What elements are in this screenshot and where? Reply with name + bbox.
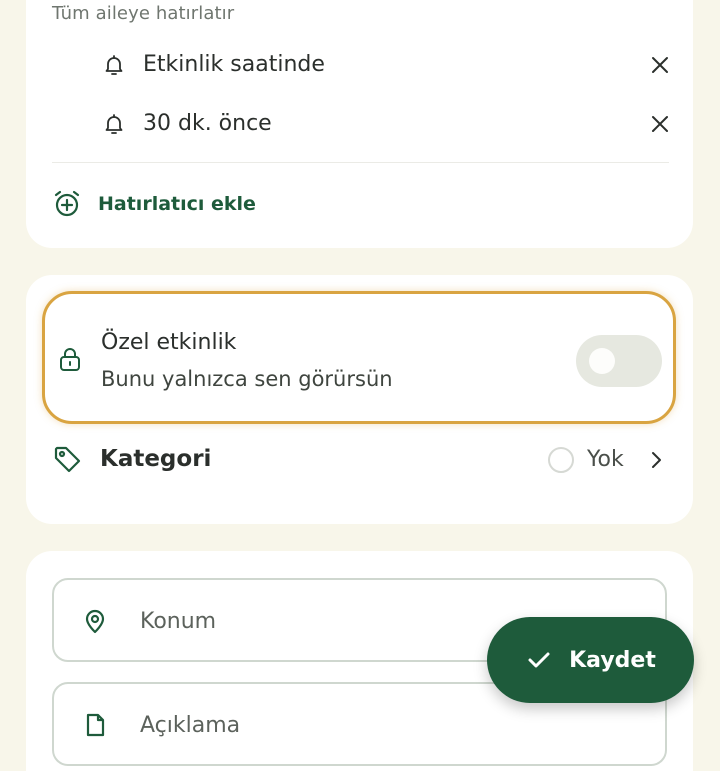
close-icon[interactable] (648, 112, 672, 136)
category-radio (548, 447, 574, 473)
reminder-label: 30 dk. önce (143, 111, 272, 136)
private-event-description: Bunu yalnızca sen görürsün (101, 367, 393, 391)
category-value: Yok (587, 447, 624, 472)
alarm-add-icon (54, 190, 80, 217)
save-button[interactable]: Kaydet (487, 617, 694, 703)
divider (52, 162, 669, 163)
description-input[interactable] (138, 704, 542, 746)
location-pin-icon (85, 609, 105, 634)
private-event-row: Özel etkinlik Bunu yalnızca sen görürsün (42, 291, 676, 424)
category-label: Kategori (100, 446, 212, 472)
location-input[interactable] (138, 600, 542, 642)
private-event-title: Özel etkinlik (101, 330, 237, 355)
bell-icon (105, 55, 123, 75)
chevron-right-icon (652, 452, 661, 468)
add-reminder-button[interactable]: Hatırlatıcı ekle (52, 188, 312, 220)
reminder-item: 30 dk. önce (26, 104, 693, 144)
checkmark-icon (528, 652, 550, 668)
reminders-subtitle: Tüm aileye hatırlatır (52, 3, 235, 24)
add-reminder-label: Hatırlatıcı ekle (98, 193, 256, 215)
reminder-item: Etkinlik saatinde (26, 45, 693, 85)
tag-icon (54, 446, 81, 473)
lock-icon (60, 348, 80, 371)
save-button-label: Kaydet (569, 647, 656, 673)
toggle-knob (589, 348, 615, 374)
document-icon (86, 713, 105, 737)
reminders-card: Tüm aileye hatırlatır Etkinlik saatinde … (26, 0, 693, 248)
reminder-label: Etkinlik saatinde (143, 52, 325, 77)
bell-icon (105, 114, 123, 134)
category-row[interactable]: Kategori Yok (26, 440, 666, 482)
close-icon[interactable] (648, 53, 672, 77)
private-event-toggle[interactable] (576, 335, 662, 387)
